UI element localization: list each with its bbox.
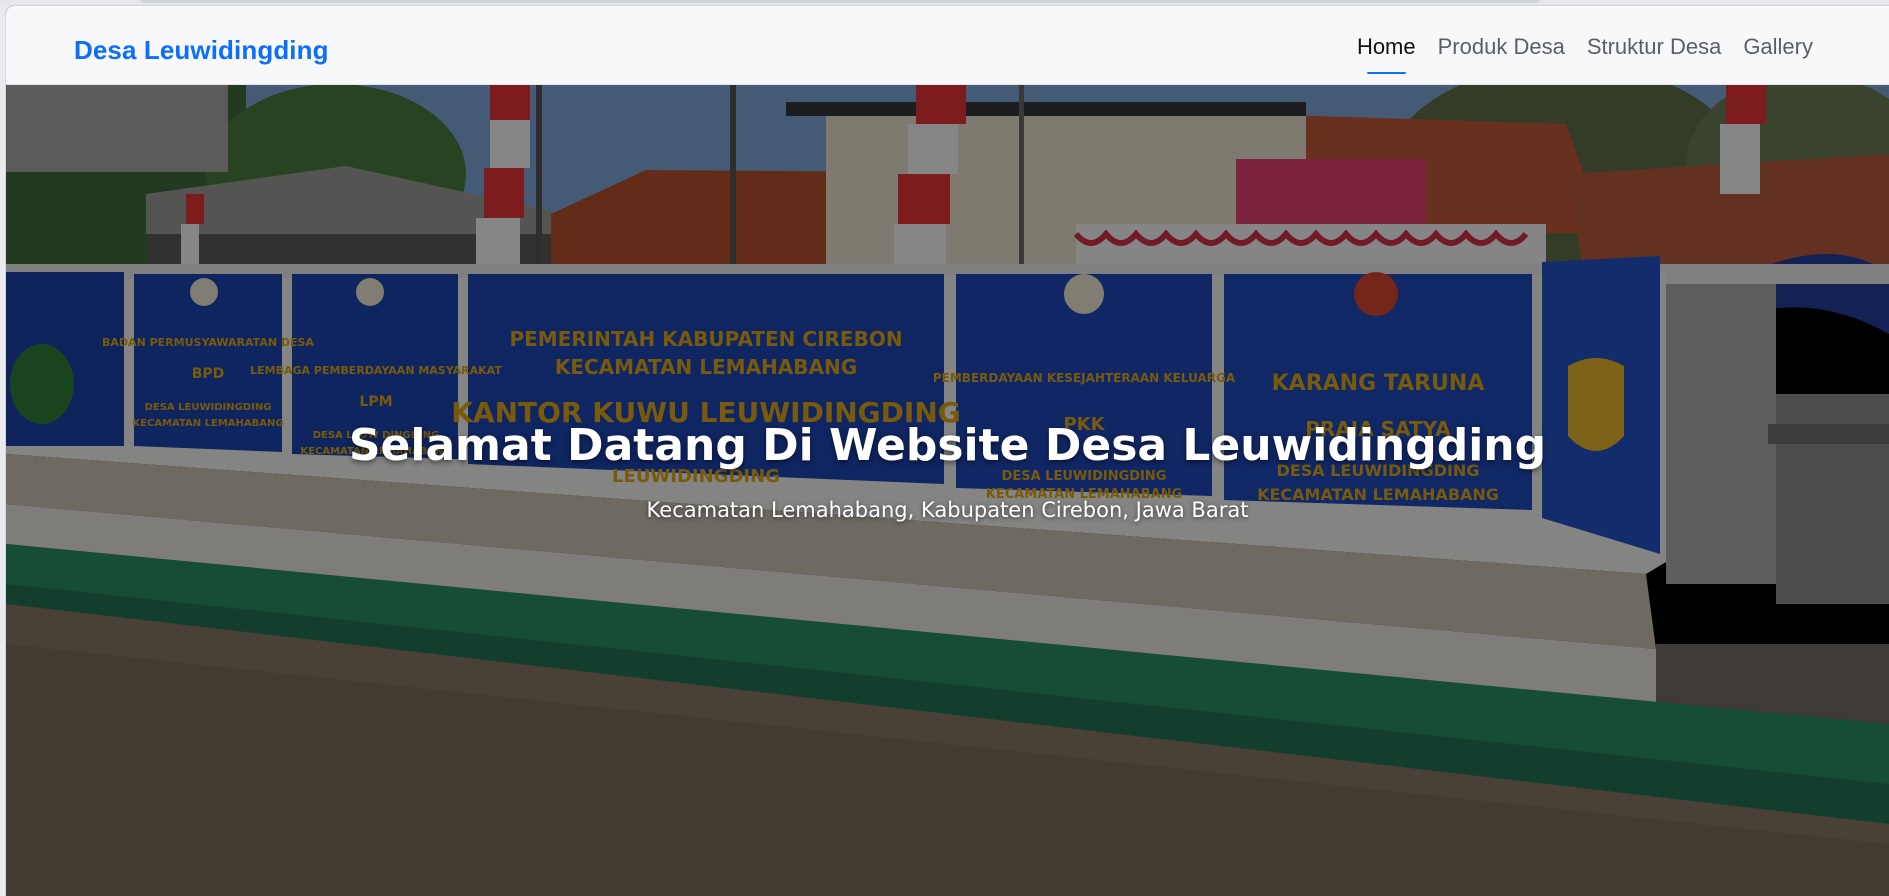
page-viewport: Desa Leuwidingding Home Produk Desa Stru…	[6, 6, 1889, 896]
nav-item-home[interactable]: Home	[1357, 34, 1416, 74]
hero-title: Selamat Datang Di Website Desa Leuwiding…	[348, 420, 1547, 471]
nav-item-produk-desa[interactable]: Produk Desa	[1438, 34, 1565, 60]
browser-tab-indicator	[140, 0, 1540, 3]
hero-dark-overlay	[6, 84, 1889, 896]
nav-item-gallery[interactable]: Gallery	[1743, 34, 1813, 60]
nav-item-struktur-desa[interactable]: Struktur Desa	[1587, 34, 1722, 60]
hero-subtitle: Kecamatan Lemahabang, Kabupaten Cirebon,…	[646, 498, 1249, 522]
main-nav: Home Produk Desa Struktur Desa Gallery	[1357, 34, 1813, 74]
brand-logo-link[interactable]: Desa Leuwidingding	[74, 35, 329, 66]
hero-section: BADAN PERMUSYAWARATAN DESA BPD DESA LEUW…	[6, 84, 1889, 896]
navbar: Desa Leuwidingding Home Produk Desa Stru…	[6, 6, 1889, 85]
